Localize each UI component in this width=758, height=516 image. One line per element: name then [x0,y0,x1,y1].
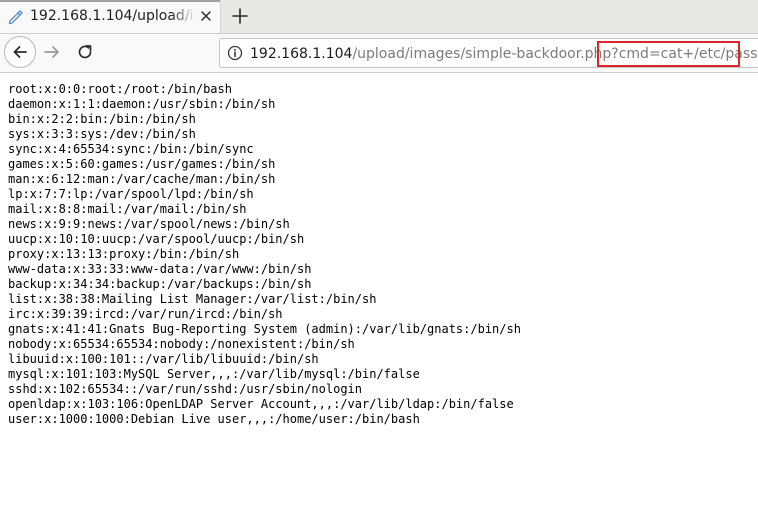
page-edit-icon [8,10,23,25]
output-line: irc:x:39:39:ircd:/var/run/ircd:/bin/sh [8,307,283,321]
output-line: www-data:x:33:33:www-data:/var/www:/bin/… [8,262,312,276]
output-line: backup:x:34:34:backup:/var/backups:/bin/… [8,277,312,291]
output-line: user:x:1000:1000:Debian Live user,,,:/ho… [8,412,420,426]
passwd-output: root:x:0:0:root:/root:/bin/bash daemon:x… [8,82,748,427]
output-line: proxy:x:13:13:proxy:/bin:/bin/sh [8,247,240,261]
close-icon[interactable] [198,8,214,24]
tab-bar: 192.168.1.104/upload/images/simple-backd… [0,0,758,34]
output-line: lp:x:7:7:lp:/var/spool/lpd:/bin/sh [8,187,254,201]
output-line: libuuid:x:100:101::/var/lib/libuuid:/bin… [8,352,319,366]
output-line: sshd:x:102:65534::/var/run/sshd:/usr/sbi… [8,382,363,396]
tab-active[interactable]: 192.168.1.104/upload/images/simple-backd… [0,0,221,33]
output-line: root:x:0:0:root:/root:/bin/bash [8,82,232,96]
url-host: 192.168.1.104 [250,46,353,62]
output-line: bin:x:2:2:bin:/bin:/bin/sh [8,112,196,126]
arrow-left-icon [13,46,27,58]
output-line: gnats:x:41:41:Gnats Bug-Reporting System… [8,322,521,336]
info-icon[interactable] [227,45,243,61]
output-line: mail:x:8:8:mail:/var/mail:/bin/sh [8,202,247,216]
back-button[interactable] [4,36,36,68]
arrow-right-icon[interactable] [42,42,62,62]
output-line: man:x:6:12:man:/var/cache/man:/bin/sh [8,172,276,186]
output-line: nobody:x:65534:65534:nobody:/nonexistent… [8,337,355,351]
cmd-parameter-highlight [597,41,740,67]
output-line: mysql:x:101:103:MySQL Server,,,:/var/lib… [8,367,420,381]
output-line: sync:x:4:65534:sync:/bin:/bin/sync [8,142,254,156]
output-line: sys:x:3:3:sys:/dev:/bin/sh [8,127,196,141]
output-line: uucp:x:10:10:uucp:/var/spool/uucp:/bin/s… [8,232,305,246]
tab-title-fade [170,2,196,32]
plus-icon[interactable] [229,5,251,27]
output-line: news:x:9:9:news:/var/spool/news:/bin/sh [8,217,290,231]
output-line: games:x:5:60:games:/usr/games:/bin/sh [8,157,276,171]
output-line: list:x:38:38:Mailing List Manager:/var/l… [8,292,377,306]
output-line: openldap:x:103:106:OpenLDAP Server Accou… [8,397,514,411]
reload-icon[interactable] [75,42,95,62]
output-line: daemon:x:1:1:daemon:/usr/sbin:/bin/sh [8,97,276,111]
